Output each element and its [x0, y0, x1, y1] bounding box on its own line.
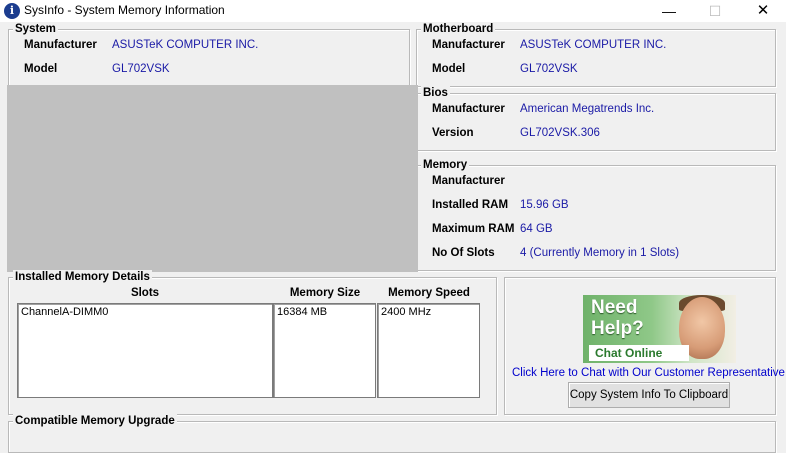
memory-manufacturer-label: Manufacturer [432, 175, 505, 187]
copy-to-clipboard-button[interactable]: Copy System Info To Clipboard [568, 382, 730, 408]
installed-ram-label: Installed RAM [432, 199, 509, 211]
slot-cell: ChannelA-DIMM0 [21, 306, 109, 318]
motherboard-group: Motherboard [416, 22, 776, 87]
bios-group: Bios [416, 86, 776, 151]
slots-count-value: 4 (Currently Memory in 1 Slots) [520, 247, 680, 259]
maximum-ram-value: 64 GB [520, 223, 553, 235]
motherboard-manufacturer-value: ASUSTeK COMPUTER INC. [520, 39, 667, 51]
bios-manufacturer-label: Manufacturer [432, 103, 505, 115]
close-button[interactable]: ✕ [740, 0, 786, 22]
title-bar: i SysInfo - System Memory Information — … [0, 0, 786, 22]
redacted-area [7, 85, 418, 272]
memory-legend: Memory [421, 158, 470, 172]
bios-version-value: GL702VSK.306 [520, 127, 600, 139]
system-manufacturer-value: ASUSTeK COMPUTER INC. [112, 39, 259, 51]
compatible-upgrade-group: Compatible Memory Upgrade [8, 414, 776, 453]
memory-speed-cell: 2400 MHz [381, 306, 432, 318]
memory-size-listbox[interactable]: 16384 MB [273, 303, 376, 398]
system-model-label: Model [24, 63, 58, 75]
bios-legend: Bios [421, 86, 450, 100]
minimize-button[interactable]: — [646, 0, 692, 22]
system-legend: System [13, 22, 58, 36]
memory-size-cell: 16384 MB [277, 306, 328, 318]
memory-size-column-header: Memory Size [289, 287, 361, 299]
chat-online-banner[interactable]: Need Help? Chat Online [583, 295, 736, 363]
app-info-icon: i [4, 3, 20, 19]
slots-listbox[interactable]: ChannelA-DIMM0 [17, 303, 273, 398]
slots-count-label: No Of Slots [432, 247, 495, 259]
maximize-button[interactable]: ☐ [692, 0, 738, 22]
motherboard-model-label: Model [432, 63, 466, 75]
banner-chat-online-text: Chat Online [595, 346, 663, 360]
bios-manufacturer-value: American Megatrends Inc. [520, 103, 655, 115]
motherboard-manufacturer-label: Manufacturer [432, 39, 505, 51]
slots-column-header: Slots [130, 287, 160, 299]
installed-memory-legend: Installed Memory Details [13, 270, 152, 284]
window-title: SysInfo - System Memory Information [24, 3, 225, 17]
memory-speed-column-header: Memory Speed [388, 287, 470, 299]
compatible-upgrade-legend: Compatible Memory Upgrade [13, 414, 177, 428]
memory-speed-listbox[interactable]: 2400 MHz [377, 303, 480, 398]
installed-ram-value: 15.96 GB [520, 199, 569, 211]
motherboard-legend: Motherboard [421, 22, 496, 36]
maximum-ram-label: Maximum RAM [432, 223, 515, 235]
banner-need-help-text: Need Help? [591, 297, 644, 339]
bios-version-label: Version [432, 127, 474, 139]
system-manufacturer-label: Manufacturer [24, 39, 97, 51]
system-model-value: GL702VSK [112, 63, 170, 75]
motherboard-model-value: GL702VSK [520, 63, 578, 75]
chat-link[interactable]: Click Here to Chat with Our Customer Rep… [512, 367, 785, 379]
